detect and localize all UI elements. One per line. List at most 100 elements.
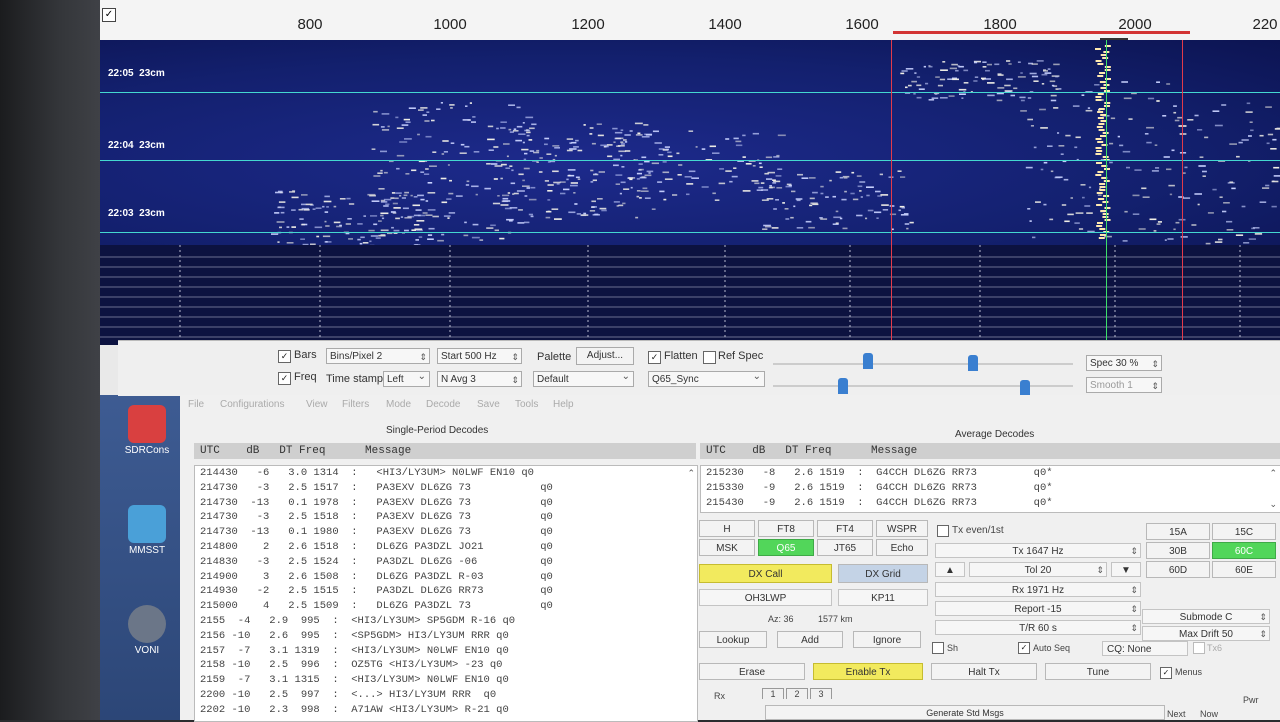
single-decodes-list[interactable]: 214430 -6 3.0 1314 : <HI3/LY3UM> N0LWF E…	[194, 465, 698, 722]
auto-seq-checkbox[interactable]: ✓	[1018, 642, 1030, 654]
submode-spinner[interactable]: Submode C	[1142, 609, 1270, 624]
scroll-up-icon[interactable]: ⌃	[687, 468, 695, 479]
max-drift-spinner[interactable]: Max Drift 50	[1142, 626, 1270, 641]
cq-dropdown[interactable]: CQ: None	[1102, 641, 1188, 656]
decode-line[interactable]: 2202 -10 2.3 998 : A71AW <HI3/LY3UM> R-2…	[195, 703, 697, 718]
ignore-button[interactable]: Ignore	[853, 631, 921, 648]
decode-line[interactable]: 215330 -9 2.6 1519 : G4CCH DL6ZG RR73 q0…	[701, 481, 1280, 496]
enable-tx-button[interactable]: Enable Tx	[813, 663, 923, 680]
generate-std-msgs-button[interactable]: Generate Std Msgs	[765, 705, 1165, 720]
start-frequency-spinner[interactable]: Start 500 Hz	[437, 348, 522, 364]
report-spinner[interactable]: Report -15	[935, 601, 1141, 616]
submode-15a-button[interactable]: 15A	[1146, 523, 1210, 540]
dx-call-field[interactable]: OH3LWP	[699, 589, 832, 606]
palette-dropdown[interactable]: Default	[533, 371, 634, 387]
decode-line[interactable]: 214730 -3 2.5 1517 : PA3EXV DL6ZG 73 q0	[195, 481, 697, 496]
up-arrow-button[interactable]: ▲	[935, 562, 965, 577]
menu-save[interactable]: Save	[477, 399, 500, 410]
waterfall-mode-dropdown[interactable]: Q65_Sync	[648, 371, 765, 387]
scale-checkbox[interactable]: ✓	[102, 8, 116, 22]
rx-bandwidth-marker[interactable]	[893, 31, 1190, 34]
mode-ft4-button[interactable]: FT4	[817, 520, 873, 537]
mode-msk-button[interactable]: MSK	[699, 539, 755, 556]
zero-slider-knob[interactable]	[968, 355, 978, 371]
waterfall-display[interactable]: 22:05 23cm 22:04 23cm 22:03 23cm	[100, 40, 1280, 245]
desktop-icon-mmsstv[interactable]: MMSST	[102, 505, 192, 556]
tab-2[interactable]: 2	[786, 688, 808, 699]
mode-wspr-button[interactable]: WSPR	[876, 520, 928, 537]
decode-line[interactable]: 2156 -10 2.6 995 : <SP5GDM> HI3/LY3UM RR…	[195, 629, 697, 644]
submode-60c-button[interactable]: 60C	[1212, 542, 1276, 559]
scroll-up-icon[interactable]: ⌃	[1269, 468, 1277, 479]
menus-checkbox[interactable]: ✓	[1160, 667, 1172, 679]
halt-tx-button[interactable]: Halt Tx	[931, 663, 1037, 680]
ref-spec-checkbox[interactable]	[703, 351, 716, 364]
menu-mode[interactable]: Mode	[386, 399, 411, 410]
mode-jt65-button[interactable]: JT65	[817, 539, 873, 556]
menu-tools[interactable]: Tools	[515, 399, 538, 410]
decode-line[interactable]: 2155 -4 2.9 995 : <HI3/LY3UM> SP5GDM R-1…	[195, 614, 697, 629]
tr-period-spinner[interactable]: T/R 60 s	[935, 620, 1141, 635]
decode-line[interactable]: 2159 -7 3.1 1315 : <HI3/LY3UM> N0LWF EN1…	[195, 673, 697, 688]
menu-view[interactable]: View	[306, 399, 328, 410]
mode-h-button[interactable]: H	[699, 520, 755, 537]
sh-checkbox[interactable]	[932, 642, 944, 654]
menu-decode[interactable]: Decode	[426, 399, 460, 410]
menu-file[interactable]: File	[188, 399, 204, 410]
tolerance-spinner[interactable]: Tol 20	[969, 562, 1107, 577]
adjust-button[interactable]: Adjust...	[576, 347, 634, 365]
rx-frequency-spinner[interactable]: Rx 1971 Hz	[935, 582, 1141, 597]
decode-line[interactable]: 214930 -2 2.5 1515 : PA3DZL DL6ZG RR73 q…	[195, 584, 697, 599]
submode-60e-button[interactable]: 60E	[1212, 561, 1276, 578]
tx6-checkbox[interactable]	[1193, 642, 1205, 654]
spec-gain-slider-knob[interactable]	[838, 378, 848, 394]
erase-button[interactable]: Erase	[699, 663, 805, 680]
gain-slider-knob[interactable]	[863, 353, 873, 369]
decode-line[interactable]: 215430 -9 2.6 1519 : G4CCH DL6ZG RR73 q0…	[701, 496, 1280, 511]
mode-echo-button[interactable]: Echo	[876, 539, 928, 556]
decode-line[interactable]: 2158 -10 2.5 996 : OZ5TG <HI3/LY3UM> -23…	[195, 658, 697, 673]
down-arrow-button[interactable]: ▼	[1111, 562, 1141, 577]
scroll-down-icon[interactable]: ⌄	[1269, 499, 1277, 510]
menu-filters[interactable]: Filters	[342, 399, 369, 410]
tab-1[interactable]: 1	[762, 688, 784, 699]
freq-checkbox[interactable]: ✓	[278, 372, 291, 385]
lookup-button[interactable]: Lookup	[699, 631, 767, 648]
desktop-icon-voni[interactable]: VONI	[102, 605, 192, 656]
decode-line[interactable]: 214730 -13 0.1 1978 : PA3EXV DL6ZG 73 q0	[195, 496, 697, 511]
submode-30b-button[interactable]: 30B	[1146, 542, 1210, 559]
bars-checkbox[interactable]: ✓	[278, 350, 291, 363]
menu-configurations[interactable]: Configurations	[220, 399, 284, 410]
decode-line[interactable]: 214730 -13 0.1 1980 : PA3EXV DL6ZG 73 q0	[195, 525, 697, 540]
tab-3[interactable]: 3	[810, 688, 832, 699]
menu-help[interactable]: Help	[553, 399, 574, 410]
decode-line[interactable]: 215000 4 2.5 1509 : DL6ZG PA3DZL 73 q0	[195, 599, 697, 614]
decode-line[interactable]: 214730 -3 2.5 1518 : PA3EXV DL6ZG 73 q0	[195, 510, 697, 525]
tx-even-checkbox[interactable]	[937, 525, 949, 537]
decode-line[interactable]: 214830 -3 2.5 1524 : PA3DZL DL6ZG -06 q0	[195, 555, 697, 570]
decode-line[interactable]: 214900 3 2.6 1508 : DL6ZG PA3DZL R-03 q0	[195, 570, 697, 585]
dx-call-button[interactable]: DX Call	[699, 564, 832, 583]
decode-line[interactable]: 215230 -8 2.6 1519 : G4CCH DL6ZG RR73 q0…	[701, 466, 1280, 481]
spec-percent-spinner[interactable]: Spec 30 %	[1086, 355, 1162, 371]
mode-ft8-button[interactable]: FT8	[758, 520, 814, 537]
decode-line[interactable]: 2157 -7 3.1 1319 : <HI3/LY3UM> N0LWF EN1…	[195, 644, 697, 659]
decode-line[interactable]: 2200 -10 2.5 997 : <...> HI3/LY3UM RRR q…	[195, 688, 697, 703]
submode-15c-button[interactable]: 15C	[1212, 523, 1276, 540]
n-avg-spinner[interactable]: N Avg 3	[437, 371, 522, 387]
flatten-checkbox[interactable]: ✓	[648, 351, 661, 364]
desktop-icon-sdrconsole[interactable]: SDRCons	[102, 405, 192, 456]
average-decodes-list[interactable]: 215230 -8 2.6 1519 : G4CCH DL6ZG RR73 q0…	[700, 465, 1280, 513]
spec-zero-slider-knob[interactable]	[1020, 380, 1030, 396]
submode-60d-button[interactable]: 60D	[1146, 561, 1210, 578]
decode-line[interactable]: 214800 2 2.6 1518 : DL6ZG PA3DZL JO21 q0	[195, 540, 697, 555]
dx-grid-field[interactable]: KP11	[838, 589, 928, 606]
tx-frequency-spinner[interactable]: Tx 1647 Hz	[935, 543, 1141, 558]
time-stamp-dropdown[interactable]: Left	[383, 371, 430, 387]
bins-per-pixel-spinner[interactable]: Bins/Pixel 2	[326, 348, 430, 364]
tune-button[interactable]: Tune	[1045, 663, 1151, 680]
add-button[interactable]: Add	[777, 631, 843, 648]
mode-q65-button[interactable]: Q65	[758, 539, 814, 556]
smooth-spinner[interactable]: Smooth 1	[1086, 377, 1162, 393]
decode-line[interactable]: 214430 -6 3.0 1314 : <HI3/LY3UM> N0LWF E…	[195, 466, 697, 481]
